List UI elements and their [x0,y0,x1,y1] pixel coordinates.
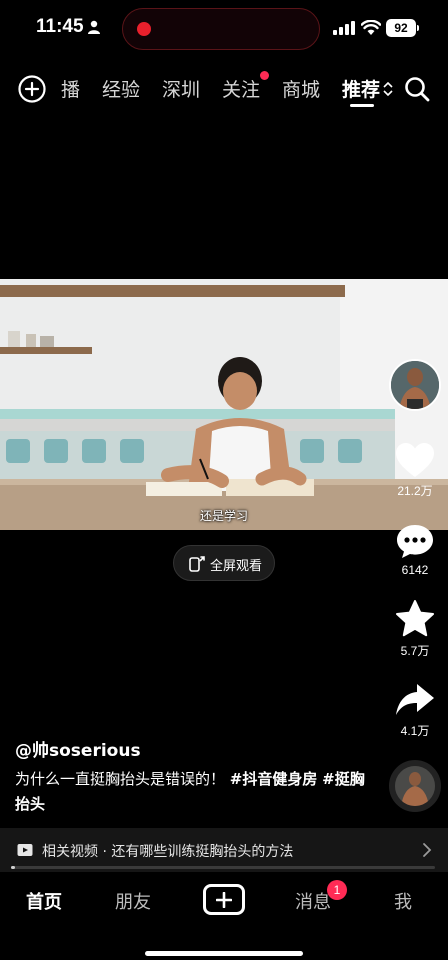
search-icon[interactable] [404,76,430,102]
battery-level: 92 [386,19,416,37]
top-nav: 播 经验 深圳 关注 商城 推荐 [0,66,448,110]
avatar-image [391,361,439,409]
related-video-icon [17,844,33,856]
add-circle-icon[interactable] [18,75,46,103]
active-tab-indicator [350,104,374,107]
fullscreen-button[interactable]: 全屏观看 [173,545,275,581]
tab-recommended[interactable]: 推荐 [342,75,380,102]
home-indicator [145,951,303,956]
status-time: 11:45 [36,16,84,37]
tab-shenzhen[interactable]: 深圳 [162,75,200,102]
tab-following[interactable]: 关注 [222,75,260,102]
person-icon [88,20,100,34]
author-avatar[interactable] [389,359,441,411]
video-subtitle: 还是学习 [199,509,248,523]
video-progress-track[interactable] [11,866,435,869]
fullscreen-icon [189,556,205,572]
author-handle[interactable]: @帅soserious [15,736,141,761]
video-description: 为什么一直挺胸抬头是错误的！ #抖音健身房 #挺胸抬头 [15,767,370,817]
like-button[interactable]: 21.2万 [388,442,442,499]
battery-cap [417,25,419,31]
description-text: 为什么一直挺胸抬头是错误的！ [15,770,226,788]
bottom-nav-me[interactable]: 我 [394,888,412,914]
heart-icon [396,443,434,477]
tab-live[interactable]: 播 [61,75,80,102]
share-count: 4.1万 [400,724,430,738]
comment-icon [397,525,433,558]
comment-count: 6142 [401,563,429,577]
comment-button[interactable]: 6142 [388,523,442,577]
tab-mall[interactable]: 商城 [282,75,320,102]
chevron-right-icon [423,843,432,857]
wifi-icon [361,20,381,35]
music-disc[interactable] [389,760,441,812]
music-cover-image [395,766,435,806]
bottom-nav: 首页 朋友 消息 1 我 [0,872,448,960]
star-icon [396,600,434,637]
tab-experience[interactable]: 经验 [102,75,140,102]
signal-icon [333,21,355,35]
dynamic-island[interactable] [122,8,320,50]
video-progress-fill [11,866,15,869]
plus-icon [216,892,232,908]
video-player[interactable]: 还是学习 [0,279,448,530]
status-bar: 11:45 92 [0,0,448,58]
recording-indicator [137,22,151,36]
hashtag-link[interactable]: #抖音健身房 [230,770,318,788]
like-count: 21.2万 [397,484,433,498]
create-button[interactable] [203,884,245,915]
sort-icon[interactable] [383,82,393,96]
favorite-button[interactable]: 5.7万 [388,600,442,659]
related-videos-text: 相关视频 · 还有哪些训练挺胸抬头的方法 [42,844,294,860]
share-button[interactable]: 4.1万 [388,682,442,739]
bottom-nav-friends[interactable]: 朋友 [115,888,151,914]
share-icon [396,684,434,715]
following-notification-dot [260,71,269,80]
messages-badge: 1 [327,880,347,900]
favorite-count: 5.7万 [400,644,430,658]
fullscreen-label: 全屏观看 [210,559,263,574]
video-scene-image [0,279,448,530]
bottom-nav-messages[interactable]: 消息 [295,888,331,914]
bottom-nav-home[interactable]: 首页 [26,888,62,914]
